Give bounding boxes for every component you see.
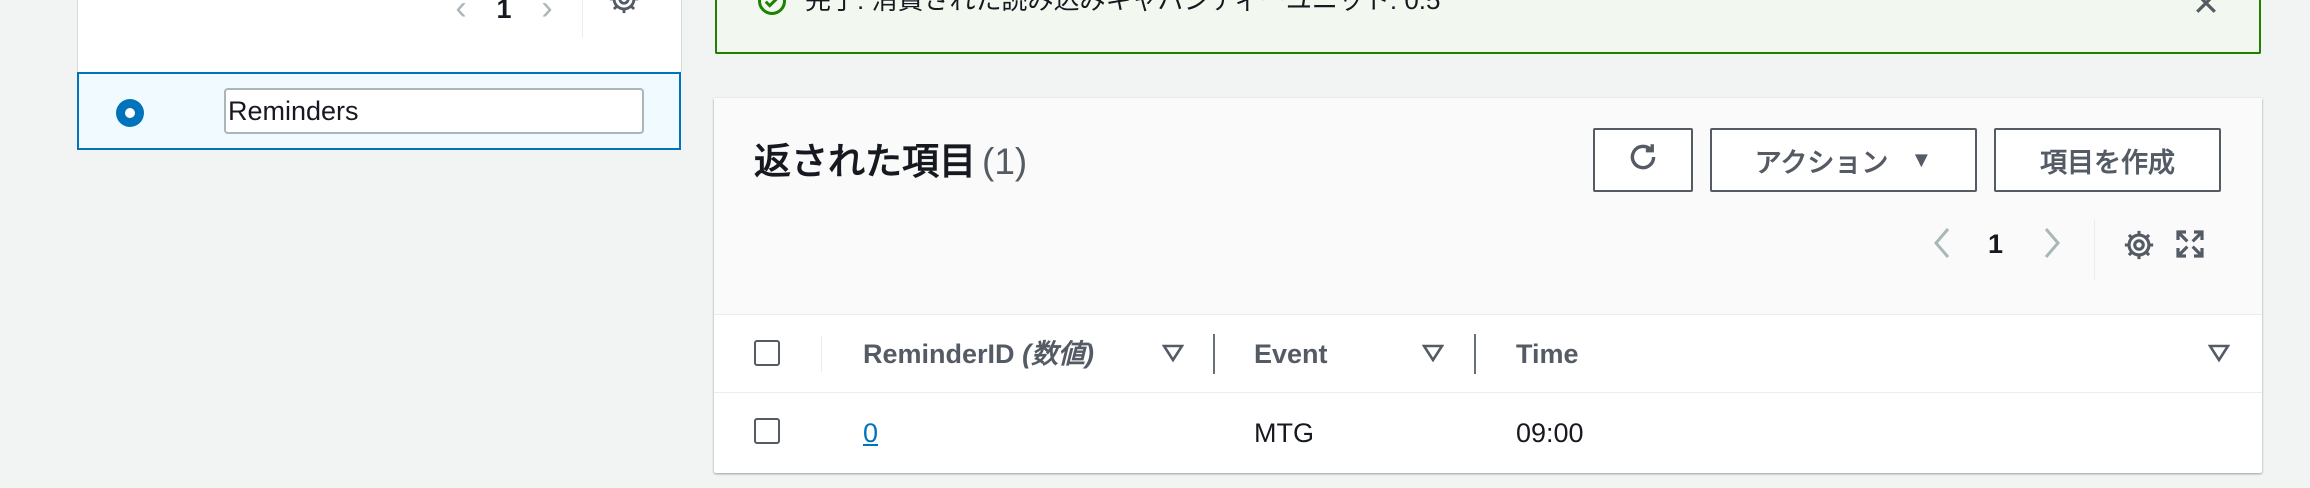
column-name: ReminderID: [863, 339, 1015, 369]
sort-icon[interactable]: [2207, 344, 2231, 367]
refresh-button[interactable]: [1593, 128, 1693, 192]
check-circle-icon: [757, 0, 787, 21]
column-resize-handle[interactable]: [1474, 334, 1476, 374]
create-item-label: 項目を作成: [2040, 147, 2175, 178]
item-id-link[interactable]: 0: [863, 417, 878, 449]
select-all-checkbox[interactable]: [754, 340, 780, 366]
tables-panel: ‹ 1 ›: [77, 0, 682, 72]
items-count: (1): [982, 141, 1028, 182]
cell-event: MTG: [1254, 418, 1314, 448]
items-header: 返された項目 (1) アクション ▼ 項目を作成 1: [714, 98, 2262, 315]
column-header-event[interactable]: Event: [1254, 338, 1328, 370]
sort-icon[interactable]: [1161, 344, 1185, 367]
row-checkbox[interactable]: [754, 418, 780, 444]
items-title-text: 返された項目: [754, 141, 976, 182]
close-icon[interactable]: [2191, 0, 2221, 23]
chevron-right-icon[interactable]: ›: [524, 0, 570, 25]
table-row: 0 MTG 09:00: [714, 393, 2262, 473]
column-header-time[interactable]: Time: [1516, 338, 1579, 370]
refresh-icon: [1626, 140, 1660, 181]
caret-down-icon: ▼: [1910, 147, 1933, 172]
gear-icon[interactable]: [605, 0, 645, 20]
tables-pager: ‹ 1 ›: [438, 0, 681, 38]
page-number[interactable]: 1: [484, 0, 524, 23]
cell-time: 09:00: [1516, 418, 1584, 448]
items-title: 返された項目 (1): [754, 140, 1027, 184]
returned-items-container: 返された項目 (1) アクション ▼ 項目を作成 1 ReminderID (数…: [714, 98, 2262, 473]
chevron-right-icon[interactable]: [2042, 226, 2062, 265]
table-name-field[interactable]: Reminders: [224, 88, 644, 134]
column-type: (数値): [1022, 339, 1095, 369]
chevron-left-icon[interactable]: [1932, 226, 1952, 265]
column-divider: [821, 336, 822, 372]
table-list-item-selected[interactable]: Reminders: [77, 72, 681, 150]
flash-message: 完了: 消費された読み込みキャパシティーユニット: 0.5: [805, 0, 1441, 15]
create-item-button[interactable]: 項目を作成: [1994, 128, 2221, 192]
table-header-row: ReminderID (数値) Event Time: [714, 314, 2262, 393]
sort-icon[interactable]: [1421, 344, 1445, 367]
column-resize-handle[interactable]: [1213, 334, 1215, 374]
column-header-reminderid[interactable]: ReminderID (数値): [863, 338, 1094, 370]
chevron-left-icon[interactable]: ‹: [438, 0, 484, 25]
success-flash: 完了: 消費された読み込みキャパシティーユニット: 0.5: [715, 0, 2261, 54]
pager-divider: [2094, 220, 2095, 280]
expand-icon[interactable]: [2174, 228, 2206, 265]
items-pager: 1: [714, 220, 2262, 280]
page-number[interactable]: 1: [1988, 229, 2003, 260]
pager-divider: [582, 0, 583, 38]
actions-button[interactable]: アクション ▼: [1710, 128, 1977, 192]
gear-icon[interactable]: [2122, 228, 2156, 267]
actions-label: アクション: [1754, 147, 1889, 178]
radio-selected[interactable]: [116, 99, 144, 127]
